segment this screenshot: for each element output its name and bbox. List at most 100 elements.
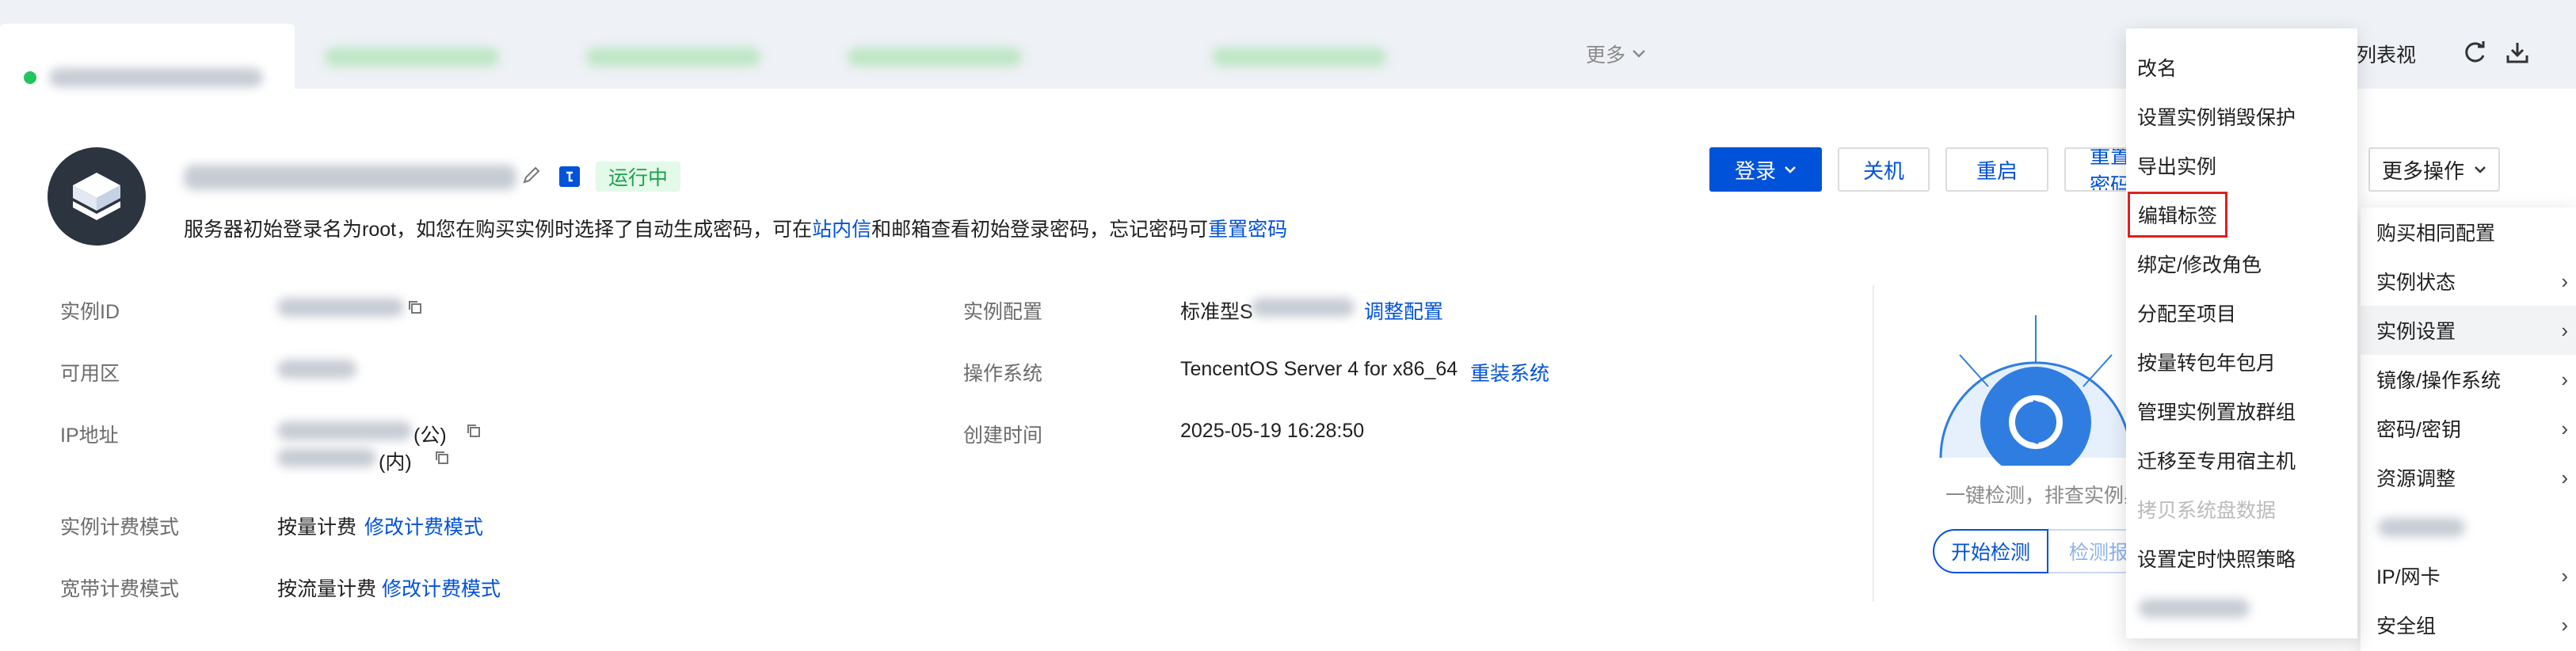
copy-icon[interactable] bbox=[434, 450, 450, 466]
ip-address-label: IP地址 bbox=[60, 424, 119, 447]
chevron-down-icon bbox=[2474, 165, 2486, 174]
instance-name-redacted bbox=[184, 165, 516, 190]
os-value: TencentOS Server 4 for x86_64 bbox=[1180, 358, 1458, 380]
tab-instance-3[interactable] bbox=[578, 24, 776, 89]
reset-password-link[interactable]: 重置密码 bbox=[1208, 214, 1287, 242]
public-ip-suffix: (公) bbox=[413, 424, 447, 447]
reset-password-button[interactable]: 重置密码 bbox=[2064, 147, 2136, 192]
chevron-right-icon: › bbox=[2561, 563, 2568, 588]
submenu-item-bind-role[interactable]: 绑定/修改角色 bbox=[2126, 239, 2357, 288]
copy-icon[interactable] bbox=[407, 299, 423, 315]
menu-item-redacted[interactable] bbox=[2361, 502, 2576, 551]
chevron-right-icon: › bbox=[2561, 465, 2568, 489]
status-label: 运行中 bbox=[608, 167, 669, 189]
menu-item-ip-nic[interactable]: IP/网卡 › bbox=[2361, 551, 2576, 600]
tab-instance-4[interactable] bbox=[840, 24, 1038, 89]
login-label: 登录 bbox=[1734, 158, 1776, 183]
notice-text-mid: 和邮箱查看初始登录密码，忘记密码可 bbox=[871, 219, 1209, 241]
billing-mode-label: 实例计费模式 bbox=[60, 516, 180, 539]
public-ip-redacted bbox=[277, 421, 412, 440]
menu-item-label-redacted bbox=[2378, 518, 2465, 537]
menu-item-label: 安全组 bbox=[2376, 615, 2437, 638]
chevron-down-icon bbox=[1632, 49, 1646, 59]
start-health-check-label: 开始检测 bbox=[1950, 542, 2030, 564]
tab-instance-name-redacted bbox=[1212, 48, 1386, 67]
submenu-item-label: 管理实例置放群组 bbox=[2137, 402, 2296, 424]
menu-item-instance-settings[interactable]: 实例设置 › bbox=[2361, 306, 2576, 355]
refresh-icon[interactable] bbox=[2462, 40, 2487, 65]
instance-settings-submenu: 改名 设置实例销毁保护 导出实例 编辑标签 绑定/修改角色 分配至项目 按量转包… bbox=[2126, 29, 2357, 638]
submenu-item-assign-project[interactable]: 分配至项目 bbox=[2126, 288, 2357, 337]
menu-item-security-group[interactable]: 安全组 › bbox=[2361, 600, 2576, 649]
submenu-item-label: 编辑标签 bbox=[2128, 192, 2228, 238]
restart-label: 重启 bbox=[1976, 158, 2018, 183]
submenu-item-label: 迁移至专用宿主机 bbox=[2137, 451, 2296, 473]
running-status-dot bbox=[24, 71, 36, 84]
submenu-item-copy-system-disk: 拷贝系统盘数据 bbox=[2126, 485, 2357, 534]
tab-instance-name-redacted bbox=[325, 48, 499, 67]
submenu-item-migrate-dedicated-host[interactable]: 迁移至专用宿主机 bbox=[2126, 436, 2357, 485]
tab-instance-name-redacted bbox=[49, 68, 263, 87]
download-icon[interactable] bbox=[2505, 40, 2530, 65]
adjust-config-link[interactable]: 调整配置 bbox=[1364, 296, 1443, 325]
login-button[interactable]: 登录 bbox=[1709, 147, 1822, 192]
submenu-item-rename[interactable]: 改名 bbox=[2126, 43, 2357, 92]
chevron-right-icon: › bbox=[2561, 612, 2568, 637]
modify-bandwidth-billing-link[interactable]: 修改计费模式 bbox=[382, 573, 501, 602]
menu-item-buy-same-config[interactable]: 购买相同配置 bbox=[2361, 207, 2576, 257]
section-divider bbox=[1873, 285, 1874, 602]
shutdown-button[interactable]: 关机 bbox=[1838, 147, 1930, 192]
status-badge: 运行中 bbox=[596, 162, 681, 192]
submenu-item-label: 改名 bbox=[2137, 58, 2178, 80]
submenu-item-export-instance[interactable]: 导出实例 bbox=[2126, 141, 2357, 190]
submenu-item-placement-group[interactable]: 管理实例置放群组 bbox=[2126, 386, 2357, 436]
tab-instance-2[interactable] bbox=[317, 24, 515, 89]
chevron-down-icon bbox=[1784, 165, 1797, 174]
submenu-item-destroy-protection[interactable]: 设置实例销毁保护 bbox=[2126, 92, 2357, 141]
health-report-label: 检测报告 bbox=[2069, 542, 2128, 564]
zone-value-redacted bbox=[277, 360, 356, 379]
menu-item-instance-status[interactable]: 实例状态 › bbox=[2361, 257, 2576, 306]
tab-instance-name-redacted bbox=[848, 48, 1022, 67]
tabs-more-dropdown[interactable]: 更多 bbox=[1586, 40, 1646, 68]
health-report-button[interactable]: 检测报告 bbox=[2048, 529, 2128, 573]
submenu-item-snapshot-policy[interactable]: 设置定时快照策略 bbox=[2126, 534, 2357, 583]
menu-item-resource-adjust[interactable]: 资源调整 › bbox=[2361, 453, 2576, 502]
chevron-right-icon: › bbox=[2561, 367, 2568, 391]
more-operations-menu: 购买相同配置 实例状态 › 实例设置 › 镜像/操作系统 › 密码/密钥 › 资… bbox=[2361, 207, 2576, 651]
more-operations-label: 更多操作 bbox=[2381, 158, 2464, 183]
notice-text-prefix: 服务器初始登录名为root，如您在购买实例时选择了自动生成密码，可在 bbox=[184, 219, 813, 241]
instance-config-value: 标准型S bbox=[1180, 301, 1253, 323]
shutdown-label: 关机 bbox=[1862, 158, 1904, 183]
more-operations-button[interactable]: 更多操作 bbox=[2368, 147, 2500, 192]
os-label: 操作系统 bbox=[963, 363, 1043, 385]
tabs-more-label: 更多 bbox=[1586, 44, 1626, 67]
inbox-link[interactable]: 站内信 bbox=[812, 214, 871, 242]
submenu-item-redacted[interactable] bbox=[2126, 583, 2357, 632]
created-time-value: 2025-05-19 16:28:50 bbox=[1180, 420, 1365, 442]
modify-billing-link[interactable]: 修改计费模式 bbox=[364, 512, 483, 540]
submenu-item-edit-tags[interactable]: 编辑标签 bbox=[2126, 190, 2357, 239]
submenu-item-label: 导出实例 bbox=[2137, 156, 2217, 178]
chevron-right-icon: › bbox=[2561, 268, 2568, 293]
tab-instance-5[interactable] bbox=[1204, 24, 1402, 89]
start-health-check-button[interactable]: 开始检测 bbox=[1933, 529, 2048, 573]
private-ip-redacted bbox=[277, 448, 376, 467]
menu-item-password-key[interactable]: 密码/密钥 › bbox=[2361, 404, 2576, 453]
tab-current-instance[interactable] bbox=[0, 24, 295, 89]
reinstall-os-link[interactable]: 重装系统 bbox=[1470, 358, 1549, 386]
submenu-item-label-redacted bbox=[2139, 599, 2250, 618]
submenu-item-convert-billing[interactable]: 按量转包年包月 bbox=[2126, 337, 2357, 386]
menu-item-image-os[interactable]: 镜像/操作系统 › bbox=[2361, 355, 2576, 404]
bandwidth-billing-label: 宽带计费模式 bbox=[60, 578, 180, 600]
restart-button[interactable]: 重启 bbox=[1945, 147, 2048, 192]
menu-item-label: 资源调整 bbox=[2376, 468, 2456, 490]
health-check-caption: 一键检测，排查实例异常 bbox=[1945, 485, 2131, 507]
chevron-right-icon: › bbox=[2561, 318, 2568, 342]
menu-item-label: IP/网卡 bbox=[2376, 566, 2441, 588]
menu-item-label: 实例设置 bbox=[2376, 321, 2456, 343]
copy-icon[interactable] bbox=[466, 423, 482, 439]
edit-name-icon[interactable] bbox=[521, 165, 542, 185]
instance-id-redacted bbox=[277, 298, 404, 317]
instance-avatar bbox=[48, 147, 146, 246]
